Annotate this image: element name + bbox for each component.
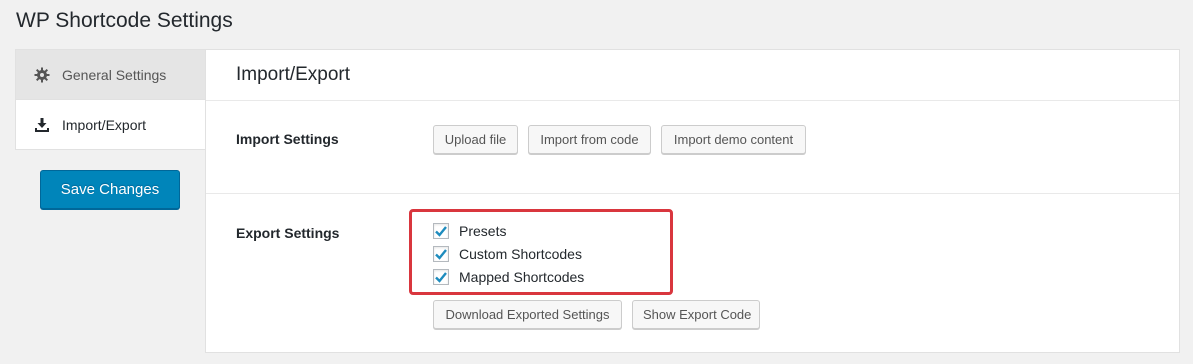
checkmark-icon — [435, 249, 447, 260]
sidebar-item-import-export[interactable]: Import/Export — [15, 99, 206, 150]
import-export-panel: Import/Export Import Settings Upload fil… — [205, 49, 1180, 353]
save-changes-button[interactable]: Save Changes — [40, 170, 180, 209]
option-label: Presets — [459, 223, 507, 239]
import-demo-content-button[interactable]: Import demo content — [661, 125, 806, 154]
mapped-shortcodes-option[interactable]: Mapped Shortcodes — [433, 268, 584, 286]
download-exported-settings-button[interactable]: Download Exported Settings — [433, 300, 622, 329]
sidebar-item-label: Import/Export — [62, 116, 147, 133]
export-settings-label: Export Settings — [236, 225, 340, 241]
show-export-code-button[interactable]: Show Export Code — [632, 300, 760, 329]
sidebar-item-label: General Settings — [62, 66, 167, 83]
sidebar-item-general-settings[interactable]: General Settings — [15, 49, 206, 99]
option-label: Mapped Shortcodes — [459, 269, 585, 285]
settings-sidebar: General Settings Import/Export — [15, 49, 206, 150]
checkbox[interactable] — [433, 223, 449, 239]
checkmark-icon — [435, 226, 447, 237]
header-divider — [206, 100, 1179, 101]
presets-option[interactable]: Presets — [433, 222, 506, 240]
page-title: WP Shortcode Settings — [16, 9, 233, 32]
checkmark-icon — [435, 272, 447, 283]
download-icon — [34, 117, 50, 133]
gear-icon — [34, 67, 50, 83]
import-from-code-button[interactable]: Import from code — [528, 125, 651, 154]
upload-file-button[interactable]: Upload file — [433, 125, 518, 154]
import-settings-label: Import Settings — [236, 131, 339, 147]
panel-title: Import/Export — [236, 64, 351, 85]
checkbox[interactable] — [433, 269, 449, 285]
checkbox[interactable] — [433, 246, 449, 262]
option-label: Custom Shortcodes — [459, 246, 582, 262]
custom-shortcodes-option[interactable]: Custom Shortcodes — [433, 245, 582, 263]
section-divider — [206, 193, 1179, 194]
